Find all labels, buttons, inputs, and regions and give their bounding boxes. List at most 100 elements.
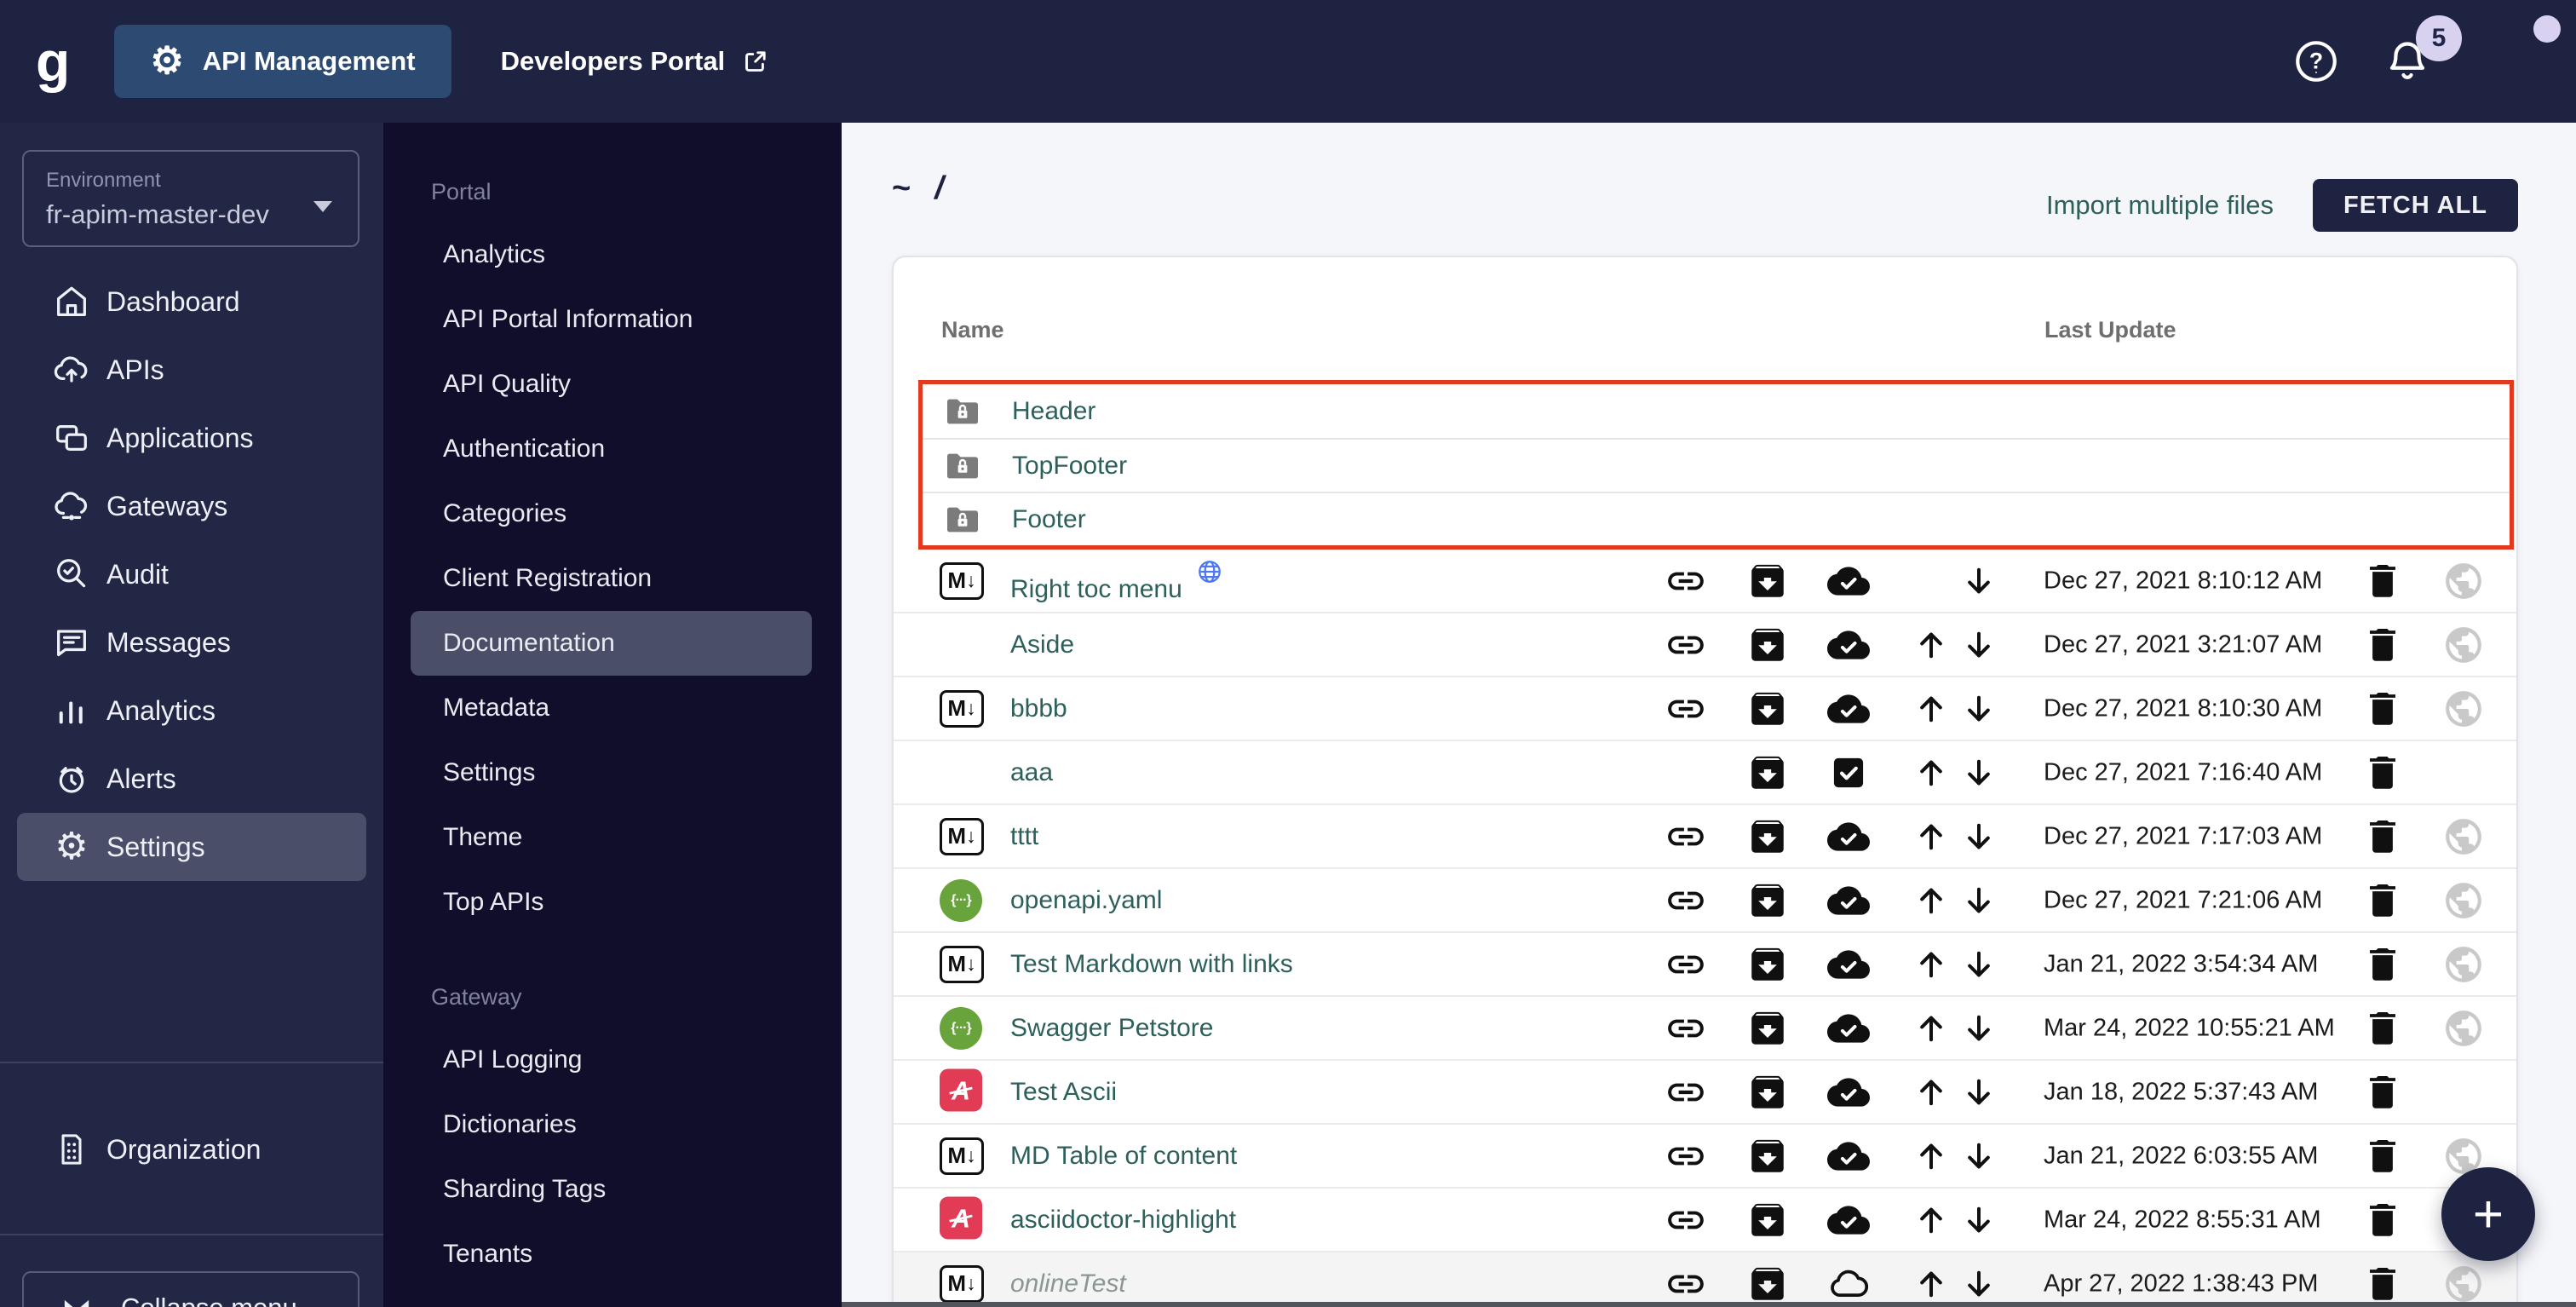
arrow-up-icon[interactable] <box>1911 816 1952 857</box>
sidebar-item-gateways[interactable]: Gateways <box>0 472 383 540</box>
save-archive-icon[interactable] <box>1746 1135 1789 1177</box>
trash-icon[interactable] <box>2361 943 2404 986</box>
publish-cloud-icon[interactable] <box>1827 560 1870 602</box>
subsidebar-item-theme[interactable]: Theme <box>383 805 842 870</box>
user-avatar[interactable] <box>2474 26 2545 97</box>
row-name-link[interactable]: Test Markdown with links <box>1010 950 1293 978</box>
subsidebar-item-client-registration[interactable]: Client Registration <box>383 546 842 611</box>
globe-gray-icon[interactable] <box>2442 688 2485 730</box>
subsidebar-item-documentation[interactable]: Documentation <box>411 611 812 676</box>
subsidebar-item-dictionaries[interactable]: Dictionaries <box>383 1092 842 1157</box>
save-archive-icon[interactable] <box>1746 815 1789 858</box>
link-icon[interactable] <box>1665 815 1707 858</box>
arrow-down-icon[interactable] <box>1958 816 1999 857</box>
globe-gray-icon[interactable] <box>2442 879 2485 922</box>
gravitee-logo[interactable]: g <box>36 33 70 89</box>
sidebar-item-settings[interactable]: ⚙ Settings <box>17 813 366 881</box>
subsidebar-item-top-apis[interactable]: Top APIs <box>383 870 842 935</box>
row-name-link[interactable]: TopFooter <box>1012 452 1127 481</box>
unpublish-cloud-icon[interactable] <box>1827 1263 1870 1305</box>
arrow-up-icon[interactable] <box>1911 688 1952 729</box>
developers-portal-link[interactable]: Developers Portal <box>501 46 772 77</box>
arrow-down-icon[interactable] <box>1958 625 1999 665</box>
globe-gray-icon[interactable] <box>2442 1263 2485 1305</box>
link-icon[interactable] <box>1665 879 1707 922</box>
arrow-up-icon[interactable] <box>1911 1008 1952 1049</box>
save-archive-icon[interactable] <box>1746 1263 1789 1305</box>
arrow-down-icon[interactable] <box>1958 1264 1999 1304</box>
save-archive-icon[interactable] <box>1746 943 1789 986</box>
row-name-link[interactable]: MD Table of content <box>1010 1142 1237 1170</box>
sidebar-item-organization[interactable]: Organization <box>0 1094 383 1205</box>
sidebar-item-analytics[interactable]: Analytics <box>0 677 383 745</box>
subsidebar-item-authentication[interactable]: Authentication <box>383 417 842 481</box>
row-name-link[interactable]: tttt <box>1010 822 1038 850</box>
trash-icon[interactable] <box>2361 1135 2404 1177</box>
checkbox-check-icon[interactable] <box>1827 751 1870 794</box>
row-name-link[interactable]: onlineTest <box>1010 1270 1126 1298</box>
arrow-down-icon[interactable] <box>1958 688 1999 729</box>
subsidebar-item-sharding-tags[interactable]: Sharding Tags <box>383 1157 842 1222</box>
save-archive-icon[interactable] <box>1746 1007 1789 1050</box>
arrow-up-icon[interactable] <box>1911 880 1952 921</box>
subsidebar-item-api-logging[interactable]: API Logging <box>383 1028 842 1092</box>
save-archive-icon[interactable] <box>1746 688 1789 730</box>
subsidebar-item-tenants[interactable]: Tenants <box>383 1222 842 1287</box>
link-icon[interactable] <box>1665 1263 1707 1305</box>
table-row-topfooter[interactable]: TopFooter <box>923 438 2510 492</box>
row-name-link[interactable]: Right toc menu <box>1010 575 1182 603</box>
arrow-up-icon[interactable] <box>1911 1136 1952 1177</box>
link-icon[interactable] <box>1665 688 1707 730</box>
arrow-down-icon[interactable] <box>1958 1136 1999 1177</box>
environment-select[interactable]: Environment fr-apim-master-dev <box>22 150 359 247</box>
arrow-up-icon[interactable] <box>1911 625 1952 665</box>
row-name-link[interactable]: Header <box>1012 397 1095 426</box>
arrow-down-icon[interactable] <box>1958 1072 1999 1113</box>
link-icon[interactable] <box>1665 1199 1707 1241</box>
save-archive-icon[interactable] <box>1746 879 1789 922</box>
globe-gray-icon[interactable] <box>2442 815 2485 858</box>
arrow-down-icon[interactable] <box>1958 1200 1999 1241</box>
trash-icon[interactable] <box>2361 879 2404 922</box>
trash-icon[interactable] <box>2361 1071 2404 1114</box>
arrow-up-icon[interactable] <box>1911 944 1952 985</box>
arrow-down-icon[interactable] <box>1958 944 1999 985</box>
save-archive-icon[interactable] <box>1746 751 1789 794</box>
api-management-button[interactable]: ⚙ API Management <box>114 25 451 98</box>
trash-icon[interactable] <box>2361 815 2404 858</box>
arrow-up-icon[interactable] <box>1911 752 1952 793</box>
publish-cloud-icon[interactable] <box>1827 1135 1870 1177</box>
publish-cloud-icon[interactable] <box>1827 624 1870 666</box>
row-name-link[interactable]: Footer <box>1012 505 1086 534</box>
subsidebar-item-settings[interactable]: Settings <box>383 740 842 805</box>
trash-icon[interactable] <box>2361 1007 2404 1050</box>
link-icon[interactable] <box>1665 560 1707 602</box>
globe-gray-icon[interactable] <box>2442 560 2485 602</box>
save-archive-icon[interactable] <box>1746 624 1789 666</box>
trash-icon[interactable] <box>2361 688 2404 730</box>
publish-cloud-icon[interactable] <box>1827 943 1870 986</box>
trash-icon[interactable] <box>2361 751 2404 794</box>
publish-cloud-icon[interactable] <box>1827 688 1870 730</box>
publish-cloud-icon[interactable] <box>1827 1071 1870 1114</box>
table-row-header[interactable]: Header <box>923 384 2510 438</box>
subsidebar-item-analytics[interactable]: Analytics <box>383 222 842 287</box>
link-icon[interactable] <box>1665 624 1707 666</box>
help-icon[interactable]: ? <box>2291 37 2341 86</box>
arrow-up-icon[interactable] <box>1911 1200 1952 1241</box>
notifications-bell[interactable]: 5 <box>2382 36 2433 87</box>
import-multiple-files-link[interactable]: Import multiple files <box>2046 190 2274 221</box>
column-header-last-update[interactable]: Last Update <box>2044 317 2176 343</box>
globe-gray-icon[interactable] <box>2442 1007 2485 1050</box>
arrow-down-icon[interactable] <box>1958 561 1999 602</box>
publish-cloud-icon[interactable] <box>1827 1199 1870 1241</box>
sidebar-item-apis[interactable]: APIs <box>0 336 383 404</box>
arrow-up-icon[interactable] <box>1911 1264 1952 1304</box>
row-name-link[interactable]: asciidoctor-highlight <box>1010 1206 1236 1234</box>
sidebar-item-applications[interactable]: Applications <box>0 404 383 472</box>
row-name-link[interactable]: aaa <box>1010 758 1053 786</box>
link-icon[interactable] <box>1665 1007 1707 1050</box>
arrow-down-icon[interactable] <box>1958 752 1999 793</box>
publish-cloud-icon[interactable] <box>1827 815 1870 858</box>
link-icon[interactable] <box>1665 1135 1707 1177</box>
